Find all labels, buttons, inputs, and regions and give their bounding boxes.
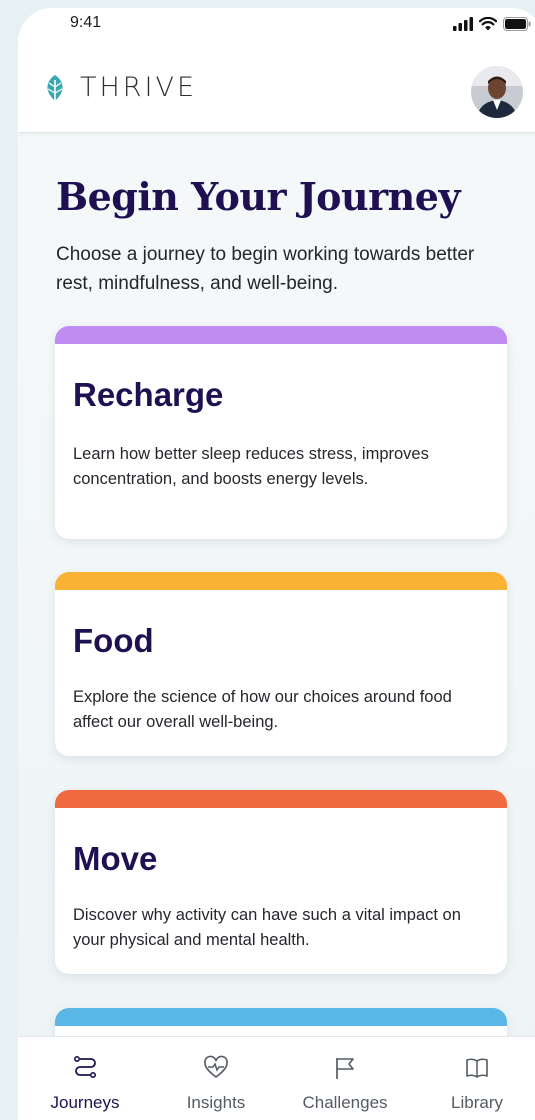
logo[interactable]: THRIVE — [40, 72, 197, 103]
battery-icon — [503, 17, 531, 31]
nav-item-insights[interactable]: Insights — [161, 1037, 271, 1120]
app-header: THRIVE — [18, 42, 535, 133]
nav-item-journeys[interactable]: Journeys — [30, 1037, 140, 1120]
user-avatar-image — [471, 66, 523, 118]
card-title: Move — [73, 840, 158, 877]
card-accent-bar — [55, 790, 507, 808]
heart-pulse-icon — [204, 1055, 228, 1079]
card-description: Explore the science of how our choices a… — [73, 688, 452, 731]
journey-card-food[interactable]: Food Explore the science of how our choi… — [55, 572, 507, 756]
card-title: Food — [73, 622, 154, 659]
nav-item-challenges[interactable]: Challenges — [290, 1037, 400, 1120]
status-bar: 9:41 — [18, 8, 535, 42]
page-title: Begin Your Journey — [56, 174, 461, 219]
nav-label: Challenges — [302, 1093, 388, 1112]
book-icon — [466, 1058, 488, 1078]
card-title: Recharge — [73, 376, 224, 413]
wifi-icon — [479, 17, 497, 31]
journey-card-move[interactable]: Move Discover why activity can have such… — [55, 790, 507, 974]
avatar[interactable] — [471, 66, 523, 118]
page-subtitle: Choose a journey to begin working toward… — [56, 244, 475, 294]
nav-label: Library — [451, 1093, 503, 1112]
journey-card-recharge[interactable]: Recharge Learn how better sleep reduces … — [55, 326, 507, 539]
leaf-icon — [47, 74, 63, 101]
route-icon — [73, 1055, 96, 1078]
nav-label: Journeys — [50, 1093, 120, 1112]
card-description: Learn how better sleep reduces stress, i… — [73, 445, 429, 488]
card-accent-bar — [55, 572, 507, 590]
status-time: 9:41 — [70, 14, 102, 31]
card-accent-bar — [55, 326, 507, 344]
status-icons — [453, 17, 531, 31]
flag-icon — [336, 1058, 354, 1079]
nav-label: Insights — [186, 1093, 246, 1112]
nav-item-library[interactable]: Library — [422, 1037, 532, 1120]
card-description: Discover why activity can have such a vi… — [73, 906, 461, 949]
card-accent-bar — [55, 1008, 507, 1026]
signal-icon — [453, 17, 473, 31]
bottom-nav: Journeys Insights Challenges Library — [18, 1036, 535, 1120]
phone-screen: 9:41 THRIVE Begin Your Journey Choose a … — [18, 8, 535, 1120]
logo-text: THRIVE — [80, 72, 198, 103]
